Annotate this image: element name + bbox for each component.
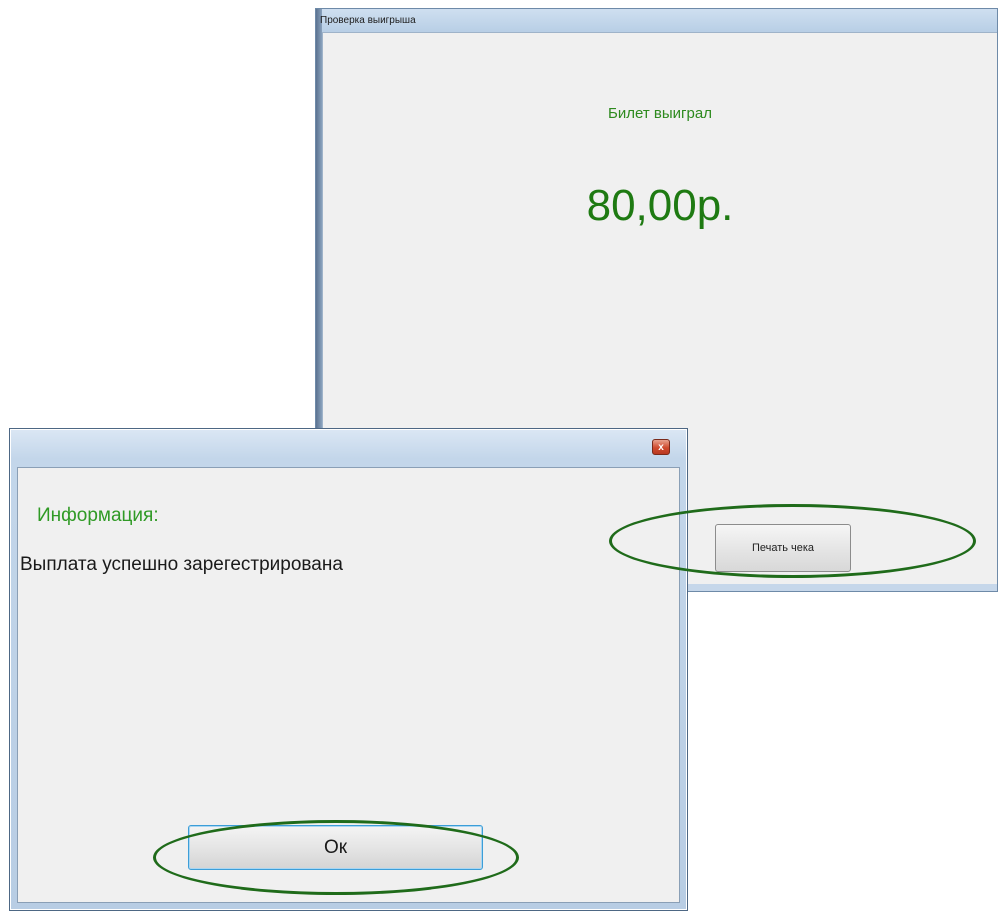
ticket-status-text: Билет выиграл	[608, 105, 712, 122]
ok-button[interactable]: Ок	[188, 825, 483, 870]
info-message: Выплата успешно зарегестрирована	[20, 554, 343, 575]
dialog-client-area: Информация: Выплата успешно зарегестриро…	[17, 467, 680, 903]
close-icon[interactable]: x	[652, 439, 670, 455]
info-label: Информация:	[37, 505, 159, 526]
prize-amount: 80,00р.	[586, 181, 734, 230]
window-title: Проверка выигрыша	[320, 15, 416, 26]
info-dialog: x Информация: Выплата успешно зарегестри…	[9, 428, 688, 911]
print-receipt-button[interactable]: Печать чека	[715, 524, 851, 572]
